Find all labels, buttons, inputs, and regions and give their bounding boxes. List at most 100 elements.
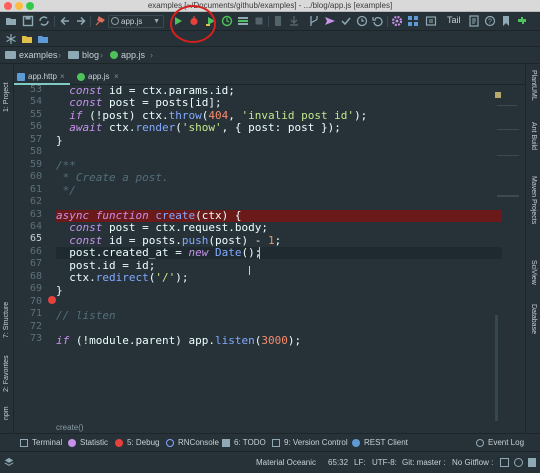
- line-separator[interactable]: LF:: [354, 458, 366, 468]
- line-number: 73: [29, 333, 42, 344]
- gitflow-status[interactable]: No Gitflow :: [452, 458, 493, 468]
- tool-window-plantuml[interactable]: PlantUML: [530, 70, 537, 110]
- stop-icon[interactable]: [253, 15, 265, 27]
- vcs-icon: [272, 439, 280, 447]
- folder-icon[interactable]: [37, 33, 49, 45]
- notifications-icon[interactable]: [528, 458, 536, 467]
- breadcrumb-item-examples[interactable]: examples: [5, 50, 58, 61]
- profile-icon[interactable]: [221, 15, 233, 27]
- line-number: 66: [29, 246, 42, 257]
- http-file-icon: [17, 73, 25, 81]
- editor-scrollbar[interactable]: [491, 85, 525, 421]
- sync-icon[interactable]: [38, 15, 50, 27]
- annotation-circle: [170, 5, 216, 43]
- editor-gutter[interactable]: 53 54 55 56 57 58 59 60 61 62 63 64 65 66 67 68 69 70 71 72…: [14, 84, 56, 421]
- tail-file-icon[interactable]: [468, 15, 480, 27]
- attach-icon[interactable]: [272, 15, 284, 27]
- folder-open-icon[interactable]: [21, 33, 33, 45]
- event-log-button[interactable]: Event Log: [476, 438, 524, 448]
- terminal-icon: [20, 439, 28, 447]
- function-breadcrumb[interactable]: create(): [56, 423, 84, 432]
- tab-app-js[interactable]: app.js ×: [74, 69, 130, 85]
- tool-window-sciview[interactable]: SciView: [530, 260, 537, 292]
- commit-icon[interactable]: [340, 15, 352, 27]
- cursor-position[interactable]: 65:32: [328, 458, 348, 468]
- back-arrow-icon[interactable]: [59, 15, 71, 27]
- editor-tabs: app.http × app.js ×: [14, 69, 525, 85]
- tool-window-structure[interactable]: 7: Structure: [3, 286, 10, 338]
- forward-arrow-icon[interactable]: [75, 15, 87, 27]
- vcs-branch-icon[interactable]: [308, 15, 320, 27]
- lock-icon[interactable]: [500, 458, 509, 467]
- tool-window-database[interactable]: Database: [530, 304, 537, 338]
- folder-icon: [5, 51, 16, 59]
- chevron-right-icon: ›: [100, 50, 103, 60]
- rest-client-button[interactable]: REST Client: [352, 438, 408, 448]
- code-line: if (!module.parent) app.listen(3000);: [56, 334, 302, 347]
- breakpoint-icon[interactable]: [48, 296, 56, 304]
- globe-icon: [352, 439, 360, 447]
- js-file-icon: [110, 51, 118, 59]
- push-icon[interactable]: [324, 15, 336, 27]
- code-editor[interactable]: const id = ctx.params.id; const post = p…: [56, 85, 502, 421]
- revert-icon[interactable]: [372, 15, 384, 27]
- code-line: ctx.redirect('/');: [56, 271, 189, 284]
- js-file-icon: [77, 73, 85, 81]
- react-icon: [166, 439, 174, 447]
- file-encoding[interactable]: UTF-8:: [372, 458, 397, 468]
- bottom-tool-bar: Terminal Statistic 5: Debug RNConsole 6:…: [0, 433, 540, 451]
- config-icon: [111, 17, 119, 25]
- deploy-icon[interactable]: [237, 15, 249, 27]
- code-line: const post = posts[id];: [69, 96, 222, 109]
- ide-window: examples [~/Documents/github/examples] -…: [0, 0, 540, 473]
- git-branch[interactable]: Git: master :: [402, 458, 446, 468]
- code-line: // listen: [56, 309, 116, 322]
- statistic-button[interactable]: Statistic: [68, 438, 108, 448]
- open-folder-icon[interactable]: [5, 15, 17, 27]
- snowflake-icon[interactable]: [5, 33, 17, 45]
- line-number: 55: [29, 109, 42, 120]
- todo-button[interactable]: 6: TODO: [222, 438, 266, 448]
- sdk-icon[interactable]: [425, 15, 437, 27]
- layers-icon[interactable]: [4, 457, 14, 467]
- breadcrumb-item-appjs[interactable]: app.js: [110, 50, 145, 61]
- line-number: 70: [29, 296, 42, 307]
- event-log-icon: [476, 439, 484, 447]
- bookmark-icon[interactable]: [500, 15, 512, 27]
- tool-window-maven[interactable]: Maven Projects: [530, 176, 537, 236]
- debug-tool-button[interactable]: 5: Debug: [115, 438, 159, 448]
- plugin-icon[interactable]: [516, 15, 528, 27]
- breadcrumb-item-blog[interactable]: blog: [68, 50, 99, 61]
- settings-gear-icon[interactable]: [391, 15, 403, 27]
- line-number: 72: [29, 321, 42, 332]
- code-line: await ctx.render('show', { post: post })…: [69, 121, 341, 134]
- window-title: examples [~/Documents/github/examples] -…: [147, 1, 393, 10]
- inspector-icon[interactable]: [514, 458, 523, 467]
- run-configuration-select[interactable]: app.js ▼: [108, 15, 164, 28]
- rnconsole-button[interactable]: RNConsole: [166, 438, 219, 448]
- tool-window-project[interactable]: 1: Project: [3, 68, 10, 112]
- tool-window-favorites[interactable]: 2: Favorites: [3, 344, 10, 392]
- download-icon[interactable]: [288, 15, 300, 27]
- scrollbar-thumb[interactable]: [495, 315, 498, 421]
- tool-window-npm[interactable]: npm: [3, 402, 10, 420]
- title-bar: examples [~/Documents/github/examples] -…: [0, 0, 540, 12]
- close-icon[interactable]: ×: [114, 69, 119, 85]
- line-number: 71: [29, 308, 42, 319]
- chevron-right-icon: ›: [150, 50, 153, 60]
- version-control-button[interactable]: 9: Version Control: [272, 438, 348, 448]
- main-toolbar: app.js ▼ Tail ?: [0, 12, 540, 31]
- theme-indicator[interactable]: Material Oceanic: [256, 458, 316, 468]
- line-number: 57: [29, 134, 42, 145]
- build-hammer-icon[interactable]: [94, 15, 106, 27]
- tool-window-ant-build[interactable]: Ant Build: [530, 122, 537, 162]
- help-icon[interactable]: ?: [484, 15, 496, 27]
- project-structure-icon[interactable]: [407, 15, 419, 27]
- inspection-status-icon[interactable]: [495, 92, 501, 98]
- tail-label[interactable]: Tail: [447, 15, 461, 25]
- svg-text:?: ?: [488, 19, 492, 26]
- history-icon[interactable]: [356, 15, 368, 27]
- terminal-button[interactable]: Terminal: [20, 438, 62, 448]
- line-number: 58: [29, 146, 42, 157]
- save-icon[interactable]: [22, 15, 34, 27]
